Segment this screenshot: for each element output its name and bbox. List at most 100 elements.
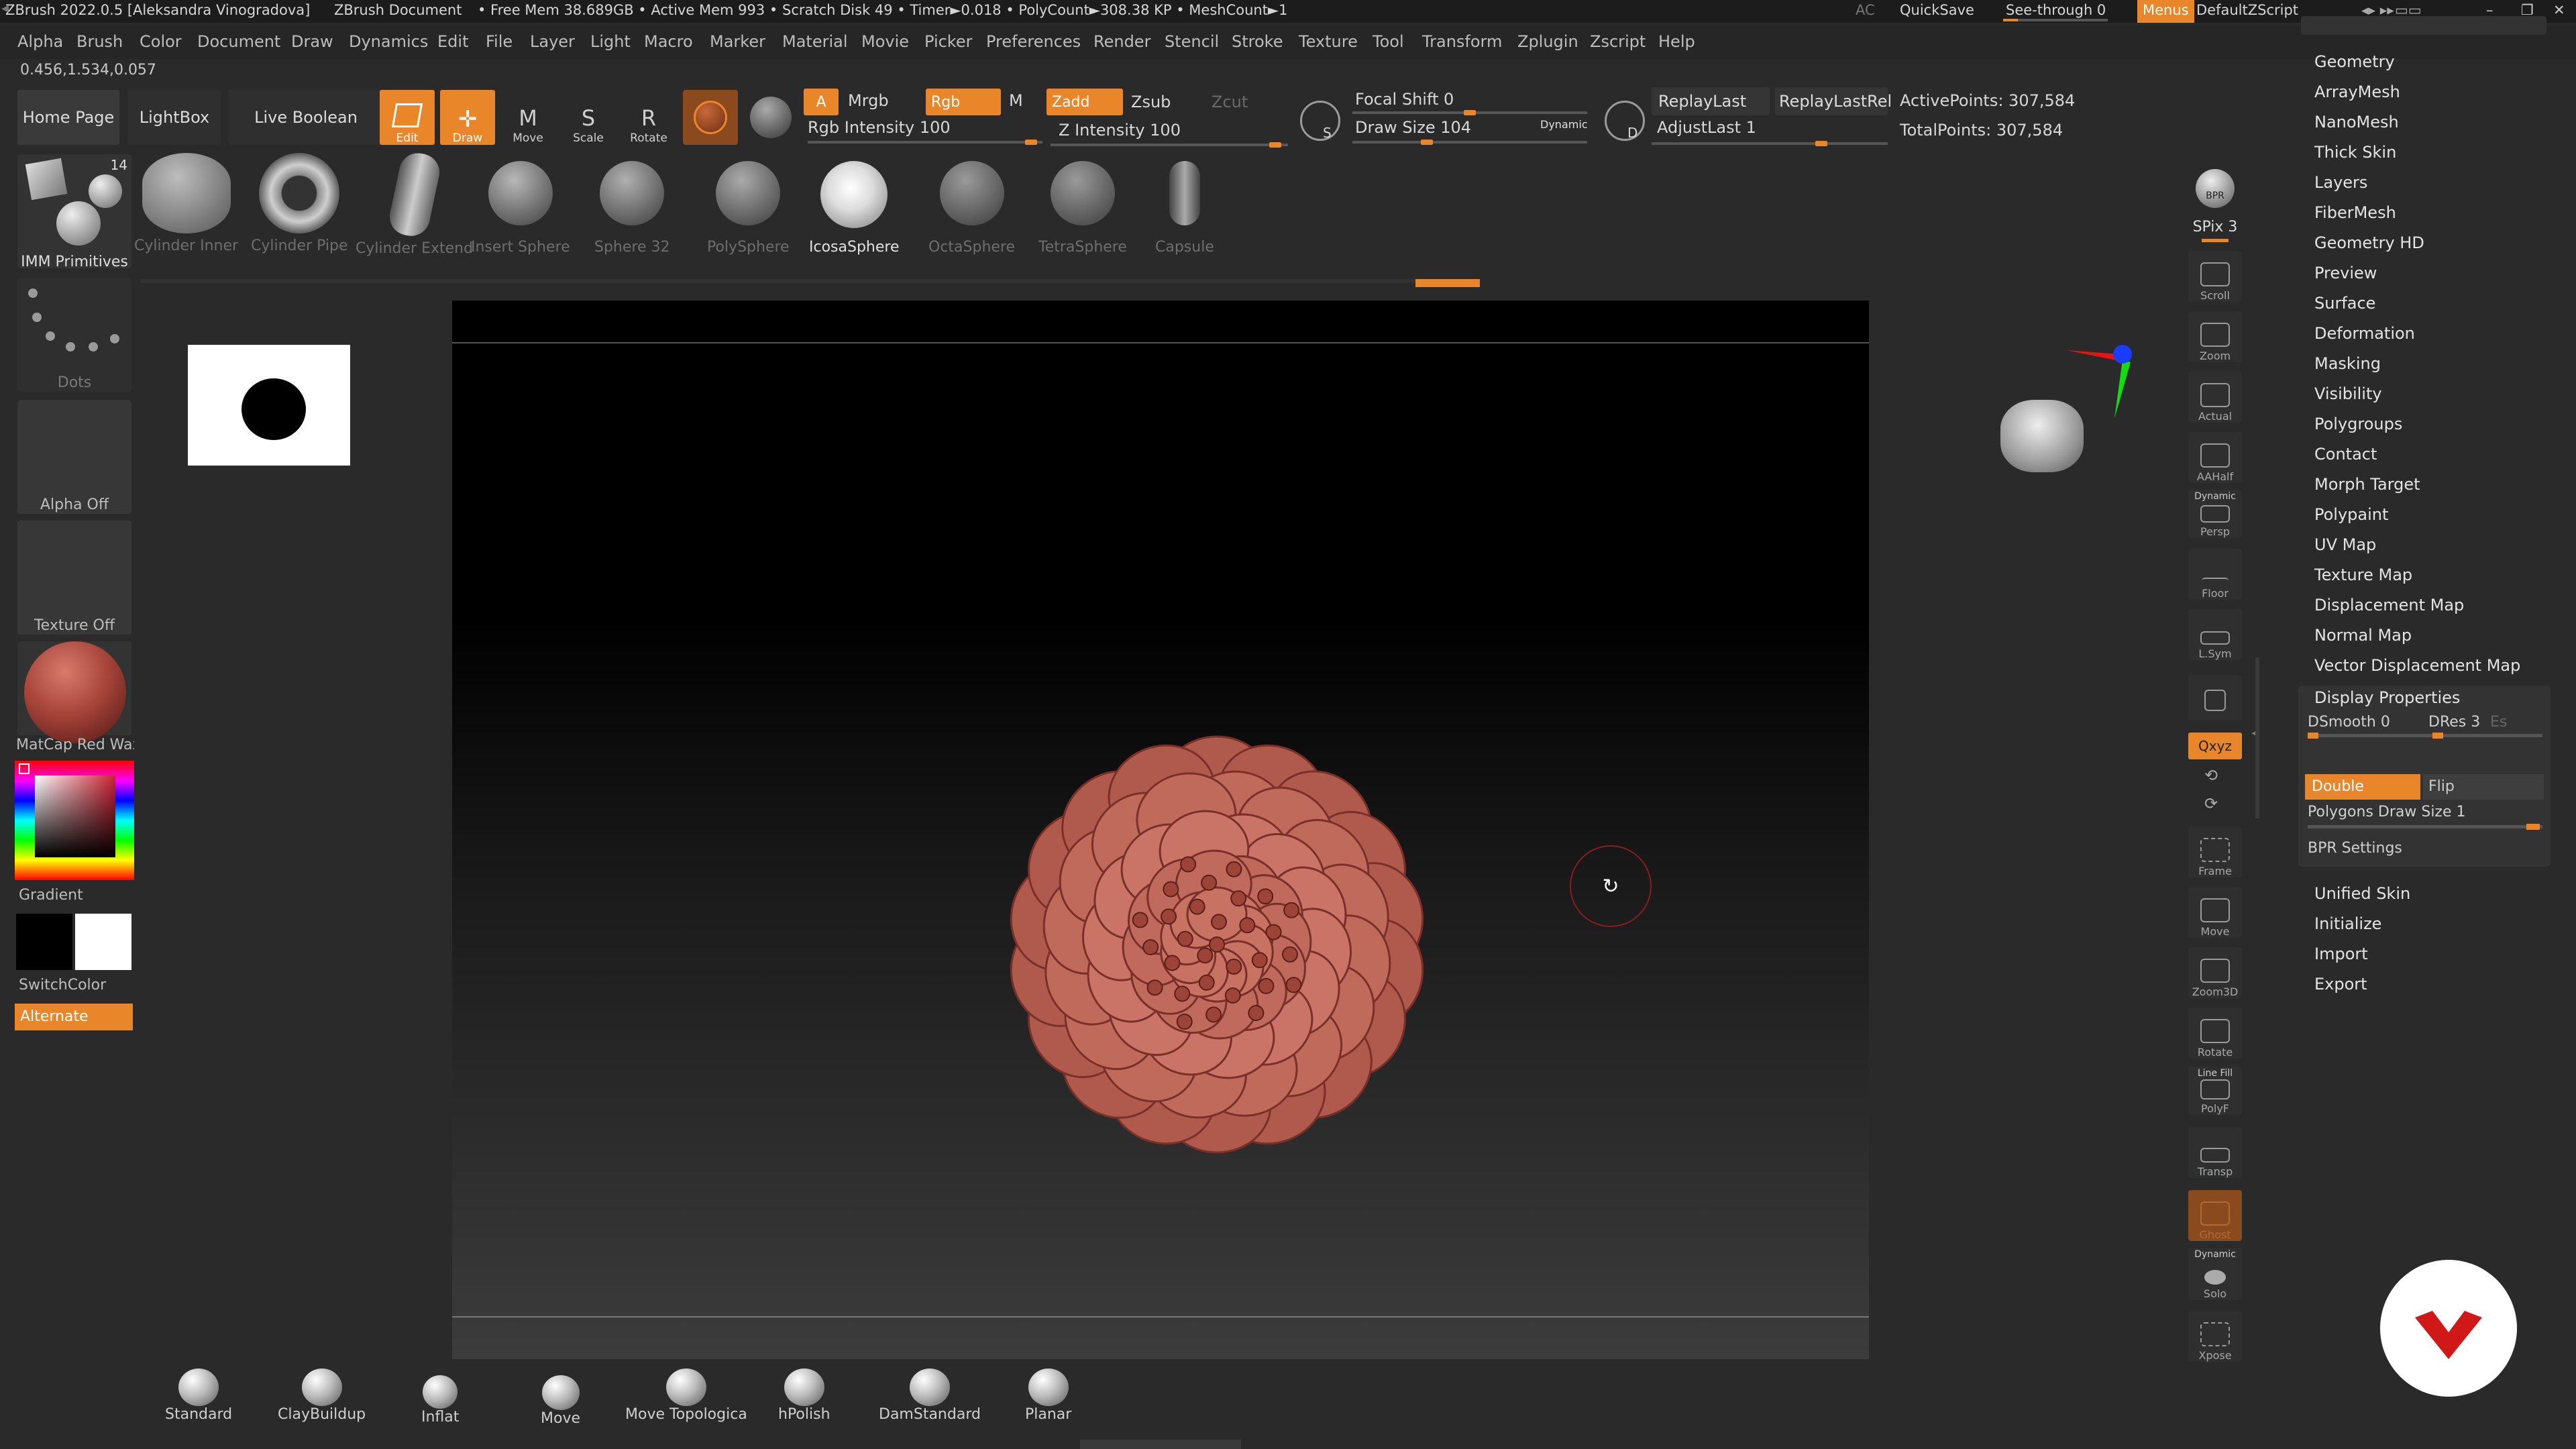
brush-standard[interactable]: Standard — [165, 1368, 232, 1423]
live-boolean-button[interactable]: Live Boolean — [228, 90, 384, 145]
menu-light[interactable]: Light — [590, 32, 631, 51]
menu-help[interactable]: Help — [1658, 32, 1695, 51]
zsub-toggle[interactable]: Zsub — [1131, 93, 1171, 111]
viewport-canvas[interactable]: ↻ — [452, 301, 1869, 1359]
rotate-button[interactable]: R Rotate — [621, 90, 676, 145]
see-through-thumb[interactable] — [2003, 19, 2018, 21]
brush-planar[interactable]: Planar — [1025, 1368, 1071, 1423]
primitive-capsule[interactable]: Capsule — [1155, 161, 1214, 256]
rotate-view-button[interactable]: Rotate — [2188, 1008, 2242, 1059]
primitive-cylinder-extend[interactable]: Cylinder Extend — [356, 150, 473, 257]
rotate-y-icon[interactable]: ⟲ — [2204, 766, 2218, 785]
bpr-button[interactable]: BPR — [2188, 158, 2242, 209]
palette-geometry[interactable]: Geometry — [2314, 52, 2395, 71]
rgb-toggle[interactable]: Rgb — [926, 89, 1001, 115]
flip-toggle[interactable]: Flip — [2423, 774, 2544, 800]
color-picker-square[interactable] — [35, 775, 115, 857]
dynamic-toggle[interactable]: Dynamic — [1540, 118, 1588, 131]
scroll-button[interactable]: Scroll — [2188, 251, 2242, 302]
aahalf-button[interactable]: AAHalf — [2188, 432, 2242, 483]
switchcolor-button[interactable]: SwitchColor — [19, 977, 106, 994]
spix-thumb[interactable] — [2202, 239, 2229, 242]
secondary-color-swatch[interactable] — [75, 914, 131, 970]
menu-preferences[interactable]: Preferences — [986, 32, 1081, 51]
palette-layers[interactable]: Layers — [2314, 173, 2367, 192]
zoom-button[interactable]: Zoom — [2188, 311, 2242, 362]
brush-hpolish[interactable]: hPolish — [778, 1368, 830, 1423]
rgb-intensity-track[interactable] — [808, 141, 1042, 144]
brush-move-topological[interactable]: Move Topologica — [625, 1368, 747, 1423]
menu-render[interactable]: Render — [1093, 32, 1150, 51]
z-intensity-thumb[interactable] — [1269, 142, 1281, 148]
palette-header[interactable] — [2301, 16, 2546, 35]
palette-displacement-map[interactable]: Displacement Map — [2314, 596, 2464, 614]
main-color-swatch[interactable] — [16, 914, 72, 970]
palette-geometry-hd[interactable]: Geometry HD — [2314, 233, 2424, 252]
material-swatch-button[interactable] — [683, 90, 738, 145]
left-collapse-arrow[interactable]: ◂ — [1, 0, 9, 17]
menu-zscript[interactable]: Zscript — [1590, 32, 1646, 51]
focal-shift-slider[interactable]: Focal Shift 0 — [1355, 90, 1454, 109]
dres-slider[interactable]: DRes 3 — [2428, 714, 2480, 731]
palette-contact[interactable]: Contact — [2314, 445, 2377, 464]
see-through-slider[interactable]: See-through 0 — [2006, 2, 2106, 18]
lsym-button[interactable]: L.Sym — [2188, 609, 2242, 660]
bottom-shelf-handle[interactable] — [1080, 1440, 1241, 1449]
polygons-draw-size-slider[interactable]: Polygons Draw Size 1 — [2308, 804, 2466, 820]
palette-texture-map[interactable]: Texture Map — [2314, 566, 2412, 584]
display-properties-header[interactable]: Display Properties — [2314, 688, 2460, 707]
zcut-toggle[interactable]: Zcut — [1212, 93, 1248, 111]
close-icon[interactable]: ✕ — [2553, 2, 2565, 18]
palette-thick-skin[interactable]: Thick Skin — [2314, 143, 2396, 162]
qxyz-button[interactable]: Qxyz — [2188, 733, 2242, 759]
menu-picker[interactable]: Picker — [924, 32, 972, 51]
brush-claybuildup[interactable]: ClayBuildup — [278, 1368, 366, 1423]
polygons-draw-size-track[interactable] — [2308, 825, 2542, 828]
palette-unified-skin[interactable]: Unified Skin — [2314, 884, 2410, 903]
dsmooth-thumb[interactable] — [2308, 733, 2318, 739]
menu-brush[interactable]: Brush — [76, 32, 123, 51]
zoom3d-button[interactable]: Zoom3D — [2188, 947, 2242, 998]
navigation-head-icon[interactable] — [2000, 400, 2084, 472]
primitives-scroll-thumb[interactable] — [1415, 279, 1480, 287]
palette-arraymesh[interactable]: ArrayMesh — [2314, 83, 2400, 101]
palette-morph-target[interactable]: Morph Target — [2314, 475, 2420, 494]
primitive-polysphere[interactable]: PolySphere — [707, 161, 790, 256]
palette-deformation[interactable]: Deformation — [2314, 324, 2415, 343]
spix-slider[interactable]: SPix 3 — [2188, 219, 2242, 235]
menu-macro[interactable]: Macro — [644, 32, 693, 51]
polyf-button[interactable]: Line Fill PolyF — [2188, 1067, 2242, 1115]
m-toggle[interactable]: M — [1009, 91, 1023, 110]
move-view-button[interactable]: Move — [2188, 887, 2242, 938]
primitive-cylinder-pipe[interactable]: Cylinder Pipe — [251, 153, 347, 254]
menu-transform[interactable]: Transform — [1422, 32, 1502, 51]
persp-button[interactable]: Dynamic Persp — [2188, 490, 2242, 538]
ghost-button[interactable]: Ghost — [2188, 1190, 2242, 1241]
menu-document[interactable]: Document — [197, 32, 280, 51]
rgb-intensity-thumb[interactable] — [1025, 140, 1037, 145]
menu-draw[interactable]: Draw — [291, 32, 333, 51]
menu-file[interactable]: File — [486, 32, 513, 51]
color-picker[interactable] — [15, 761, 134, 880]
primitives-scrollbar[interactable] — [141, 279, 1480, 283]
menu-stroke[interactable]: Stroke — [1232, 32, 1283, 51]
dres-thumb[interactable] — [2432, 733, 2443, 739]
dsmooth-slider[interactable]: DSmooth 0 — [2308, 714, 2390, 731]
replaylast-button[interactable]: ReplayLast — [1652, 87, 1770, 115]
mrgb-toggle[interactable]: Mrgb — [848, 91, 889, 110]
right-scrollbar[interactable] — [2255, 657, 2259, 818]
es-slider[interactable]: Es — [2490, 714, 2507, 731]
display-sliders-track[interactable] — [2308, 734, 2542, 737]
scale-button[interactable]: S Scale — [561, 90, 616, 145]
primitive-sphere-32[interactable]: Sphere 32 — [594, 161, 670, 256]
palette-visibility[interactable]: Visibility — [2314, 384, 2382, 403]
rotate-z-icon[interactable]: ⟳ — [2204, 794, 2218, 813]
palette-preview[interactable]: Preview — [2314, 264, 2377, 282]
adjustlast-slider[interactable]: AdjustLast 1 — [1657, 118, 1756, 137]
menu-material[interactable]: Material — [782, 32, 848, 51]
palette-nanomesh[interactable]: NanoMesh — [2314, 113, 2399, 131]
move-button[interactable]: M Move — [500, 90, 555, 145]
menu-zplugin[interactable]: Zplugin — [1517, 32, 1578, 51]
lazy-mouse-icon[interactable] — [1300, 101, 1340, 141]
primitive-insert-sphere[interactable]: Insert Sphere — [471, 161, 570, 256]
